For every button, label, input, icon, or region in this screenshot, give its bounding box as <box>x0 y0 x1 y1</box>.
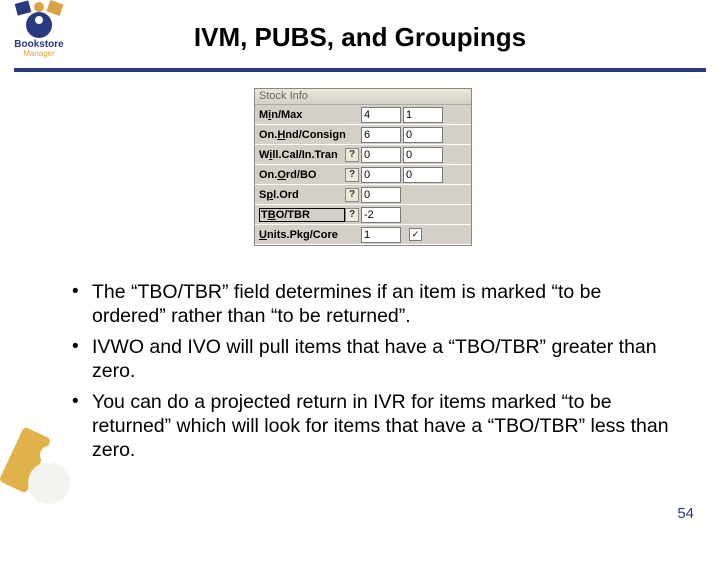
book-icon <box>15 0 32 15</box>
ball-icon <box>34 2 44 12</box>
help-button[interactable]: ? <box>345 148 359 162</box>
panel-header: Stock Info <box>255 89 471 105</box>
consign-input[interactable]: 0 <box>403 127 443 143</box>
row-min-max: Min/Max 4 1 <box>255 105 471 125</box>
max-input[interactable]: 1 <box>403 107 443 123</box>
bullet-list: The “TBO/TBR” field determines if an ite… <box>70 280 670 469</box>
field-label: Min/Max <box>259 109 345 121</box>
tbo-tbr-input[interactable]: -2 <box>361 207 401 223</box>
bullet-item: You can do a projected return in IVR for… <box>70 390 670 463</box>
bo-input[interactable]: 0 <box>403 167 443 183</box>
field-label: Spl.Ord <box>259 189 345 201</box>
help-button[interactable]: ? <box>345 168 359 182</box>
row-onhand-consign: On.Hnd/Consign 6 0 <box>255 125 471 145</box>
core-checkbox[interactable]: ✓ <box>409 228 422 241</box>
min-input[interactable]: 4 <box>361 107 401 123</box>
row-splord: Spl.Ord ? 0 <box>255 185 471 205</box>
stock-info-panel: Stock Info Min/Max 4 1 On.Hnd/Consign 6 … <box>254 88 472 246</box>
unitspkg-input[interactable]: 1 <box>361 227 401 243</box>
field-label: Will.Cal/In.Tran <box>259 149 345 161</box>
help-button[interactable]: ? <box>345 188 359 202</box>
title-underline <box>14 68 706 72</box>
splord-input[interactable]: 0 <box>361 187 401 203</box>
corner-shape <box>28 462 70 504</box>
bullet-item: IVWO and IVO will pull items that have a… <box>70 335 670 384</box>
field-label: On.Ord/BO <box>259 169 345 181</box>
willcal-input[interactable]: 0 <box>361 147 401 163</box>
onord-input[interactable]: 0 <box>361 167 401 183</box>
field-label: Units.Pkg/Core <box>259 229 345 241</box>
field-label: TBO/TBR <box>259 208 345 222</box>
page-number: 54 <box>677 505 694 522</box>
row-onord-bo: On.Ord/BO ? 0 0 <box>255 165 471 185</box>
row-willcal-intran: Will.Cal/In.Tran ? 0 0 <box>255 145 471 165</box>
corner-shape <box>40 446 58 464</box>
help-button[interactable]: ? <box>345 208 359 222</box>
intran-input[interactable]: 0 <box>403 147 443 163</box>
row-tbo-tbr: TBO/TBR ? -2 <box>255 205 471 225</box>
onhand-input[interactable]: 6 <box>361 127 401 143</box>
row-unitspkg-core: Units.Pkg/Core 1 ✓ <box>255 225 471 245</box>
bullet-item: The “TBO/TBR” field determines if an ite… <box>70 280 670 329</box>
book-icon <box>46 0 63 16</box>
slide-title: IVM, PUBS, and Groupings <box>0 22 720 53</box>
field-label: On.Hnd/Consign <box>259 129 345 141</box>
